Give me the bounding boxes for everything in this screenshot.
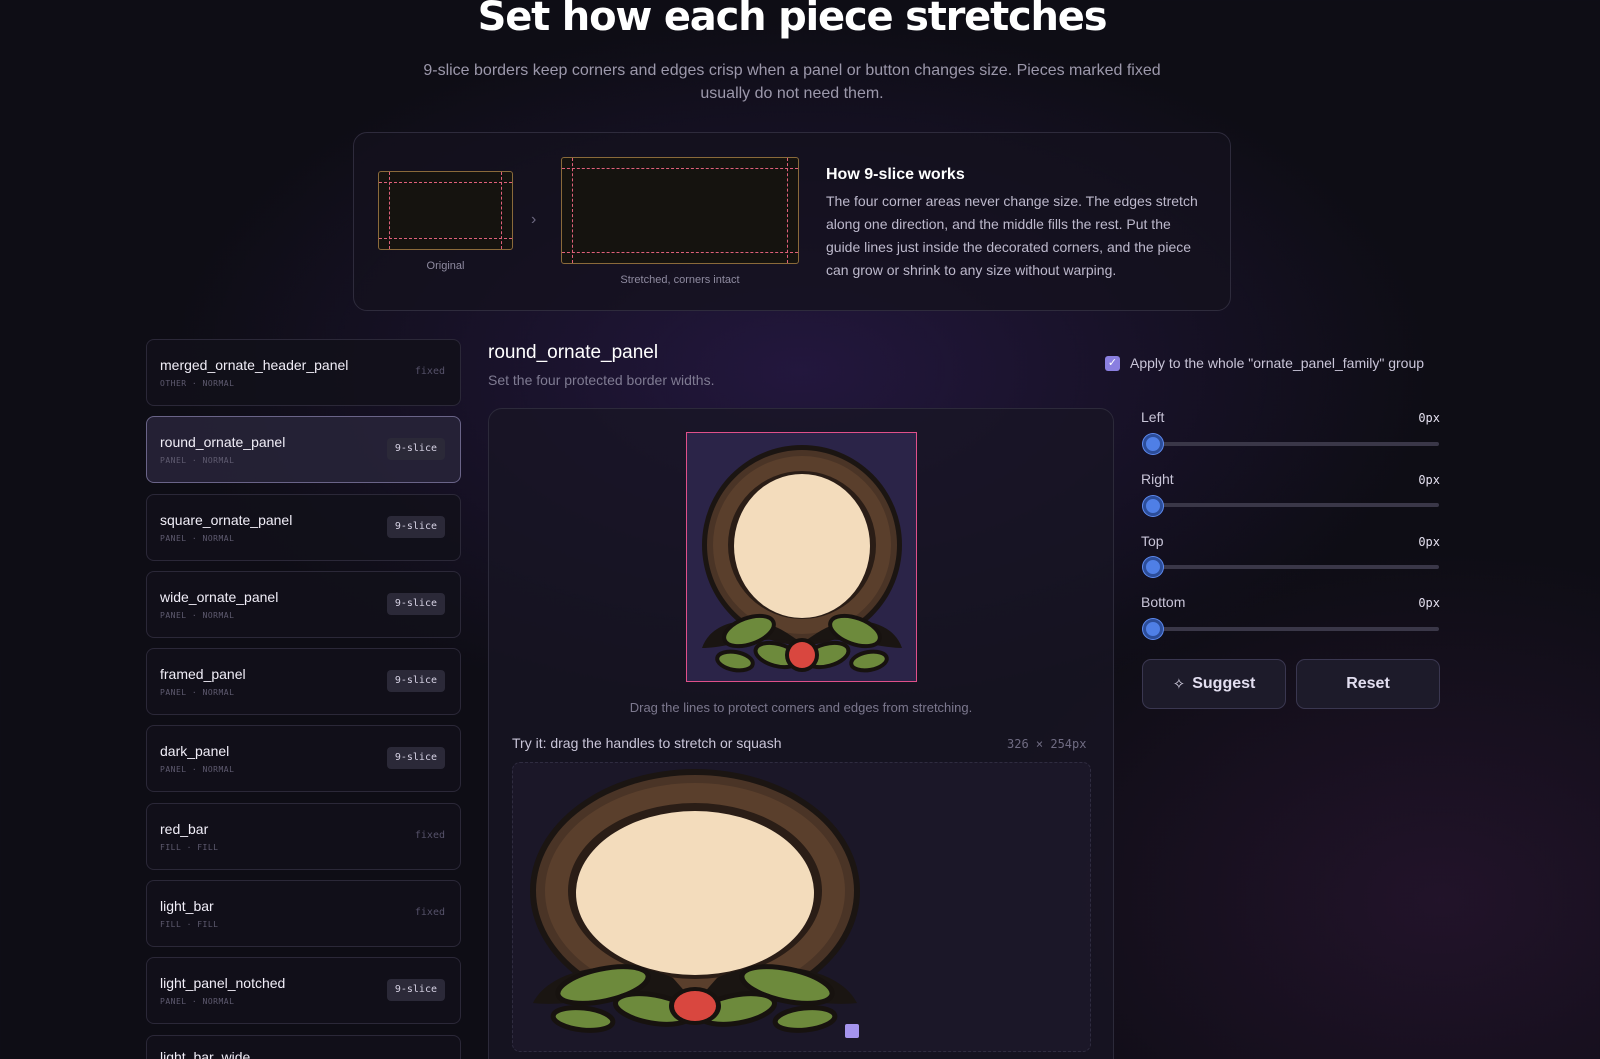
piece-name: dark_panel <box>160 743 230 759</box>
nine-slice-badge: 9-slice <box>386 979 445 1001</box>
page-title: Set how each piece stretches <box>477 0 1108 40</box>
list-item[interactable]: square_ornate_panel PANEL · NORMAL 9-sli… <box>146 494 461 561</box>
resize-handle[interactable] <box>845 1024 859 1038</box>
list-item[interactable]: light_bar_wide <box>146 1035 461 1059</box>
original-demo-box <box>378 171 513 250</box>
slider-bottom-value: 0px <box>1418 596 1440 610</box>
reset-button[interactable]: Reset <box>1296 659 1440 709</box>
piece-name: framed_panel <box>160 666 246 682</box>
piece-meta: FILL · FILL <box>160 843 219 852</box>
slider-top-value: 0px <box>1418 535 1440 549</box>
slider-bottom-track[interactable] <box>1142 627 1439 631</box>
apply-group-checkbox[interactable]: ✓ <box>1105 355 1120 371</box>
list-item[interactable]: light_panel_notched PANEL · NORMAL 9-sli… <box>146 957 461 1024</box>
stretch-dimensions: 326 × 254px <box>1007 737 1087 751</box>
list-item[interactable]: red_bar FILL · FILL fixed <box>146 803 461 870</box>
slider-top-thumb[interactable] <box>1143 557 1163 577</box>
list-item[interactable]: dark_panel PANEL · NORMAL 9-slice <box>146 725 461 792</box>
drag-hint: Drag the lines to protect corners and ed… <box>629 700 973 715</box>
editor-title: round_ornate_panel <box>488 342 659 363</box>
slider-right-value: 0px <box>1418 473 1440 487</box>
stretched-frame-image <box>530 769 860 1033</box>
sparkle-icon: ✧ <box>1172 676 1186 693</box>
piece-meta: PANEL · NORMAL <box>160 534 235 543</box>
editor-subtitle: Set the four protected border widths. <box>488 372 715 388</box>
slider-bottom-label: Bottom <box>1141 594 1186 610</box>
try-it-label: Try it: drag the handles to stretch or s… <box>512 735 782 751</box>
piece-meta: PANEL · NORMAL <box>160 997 235 1006</box>
slider-left-thumb[interactable] <box>1143 434 1163 454</box>
piece-name: light_bar <box>160 898 214 914</box>
nine-slice-badge: 9-slice <box>386 593 445 615</box>
piece-name: red_bar <box>160 821 209 837</box>
info-body: The four corner areas never change size.… <box>826 193 1198 278</box>
slider-right-label: Right <box>1141 471 1174 487</box>
piece-name: wide_ornate_panel <box>160 589 279 605</box>
nine-slice-badge: 9-slice <box>386 747 445 769</box>
slider-right-thumb[interactable] <box>1143 496 1163 516</box>
suggest-button[interactable]: ✧ Suggest <box>1142 659 1286 709</box>
list-item[interactable]: merged_ornate_header_panel OTHER · NORMA… <box>146 339 461 406</box>
stretched-caption: Stretched, corners intact <box>620 274 740 286</box>
slider-left-label: Left <box>1141 409 1165 425</box>
nine-slice-badge: 9-slice <box>386 670 445 692</box>
slider-right-track[interactable] <box>1142 503 1439 507</box>
piece-meta: OTHER · NORMAL <box>160 379 235 388</box>
slider-bottom-thumb[interactable] <box>1143 619 1163 639</box>
page-subtitle: 9-slice borders keep corners and edges c… <box>423 62 1161 102</box>
list-item[interactable]: round_ornate_panel PANEL · NORMAL 9-slic… <box>146 416 461 483</box>
list-item[interactable]: framed_panel PANEL · NORMAL 9-slice <box>146 648 461 715</box>
piece-name: round_ornate_panel <box>160 434 286 450</box>
piece-name: light_panel_notched <box>160 975 286 991</box>
slider-top-track[interactable] <box>1142 565 1439 569</box>
info-title: How 9-slice works <box>826 166 965 183</box>
apply-group-label: Apply to the whole "ornate_panel_family"… <box>1130 355 1425 371</box>
piece-meta: PANEL · NORMAL <box>160 765 235 774</box>
apply-group-toggle[interactable]: ✓ Apply to the whole "ornate_panel_famil… <box>1105 355 1424 371</box>
chevron-right-icon: › <box>531 211 537 228</box>
fixed-label: fixed <box>414 366 445 377</box>
stretched-demo-box <box>561 157 799 264</box>
piece-meta: PANEL · NORMAL <box>160 456 235 465</box>
nine-slice-badge: 9-slice <box>386 438 445 460</box>
source-image-preview[interactable] <box>686 432 917 682</box>
slider-top-label: Top <box>1141 533 1164 549</box>
piece-name: square_ornate_panel <box>160 512 293 528</box>
piece-name: merged_ornate_header_panel <box>160 357 349 373</box>
list-item[interactable]: wide_ornate_panel PANEL · NORMAL 9-slice <box>146 571 461 638</box>
piece-meta: PANEL · NORMAL <box>160 688 235 697</box>
fixed-label: fixed <box>414 830 445 841</box>
slider-left-track[interactable] <box>1142 442 1439 446</box>
list-item[interactable]: light_bar FILL · FILL fixed <box>146 880 461 947</box>
fixed-label: fixed <box>414 907 445 918</box>
suggest-button-label: Suggest <box>1192 675 1256 692</box>
reset-button-label: Reset <box>1346 675 1390 692</box>
original-caption: Original <box>426 260 465 272</box>
piece-meta: FILL · FILL <box>160 920 219 929</box>
nine-slice-badge: 9-slice <box>386 516 445 538</box>
stretch-preview-area[interactable] <box>512 762 1091 1052</box>
ornate-frame-image <box>687 433 916 681</box>
piece-name: light_bar_wide <box>160 1049 251 1059</box>
piece-meta: PANEL · NORMAL <box>160 611 235 620</box>
slider-left-value: 0px <box>1418 411 1440 425</box>
